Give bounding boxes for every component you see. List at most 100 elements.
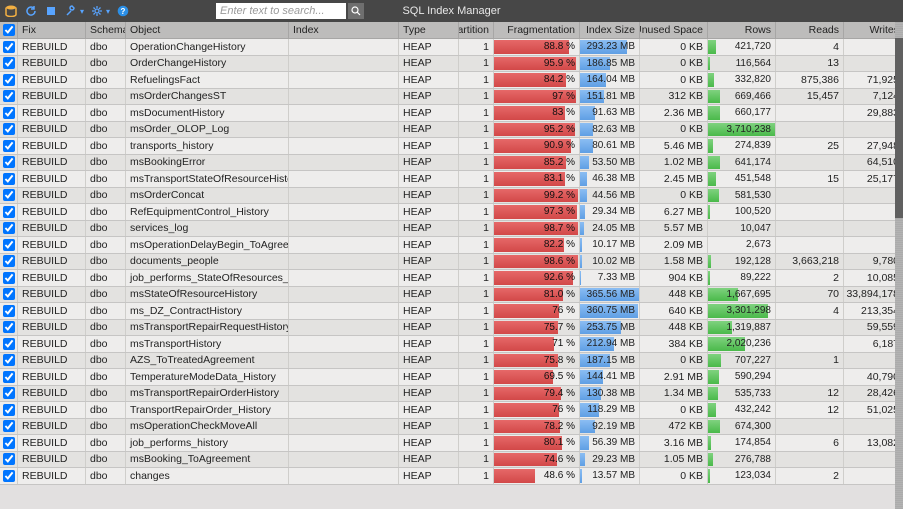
table-row[interactable]: REBUILDdbomsBooking_ToAgreementHEAP174.6… <box>0 452 903 469</box>
gear-icon[interactable] <box>90 4 104 18</box>
fix-link[interactable]: REBUILD <box>18 221 86 237</box>
object-link[interactable]: transports_history <box>126 138 289 154</box>
row-checkbox[interactable] <box>3 437 15 449</box>
table-row[interactable]: REBUILDdbojob_performs_historyHEAP180.1 … <box>0 435 903 452</box>
object-link[interactable]: msBookingError <box>126 155 289 171</box>
table-row[interactable]: REBUILDdbomsTransportHistoryHEAP171 %212… <box>0 336 903 353</box>
row-checkbox-cell[interactable] <box>0 336 18 352</box>
table-row[interactable]: REBUILDdbomsOrderConcatHEAP199.2 %44.56 … <box>0 188 903 205</box>
table-row[interactable]: REBUILDdboOrderChangeHistoryHEAP195.9 %1… <box>0 56 903 73</box>
col-partition[interactable]: Partition <box>459 22 494 38</box>
fix-link[interactable]: REBUILD <box>18 56 86 72</box>
fix-link[interactable]: REBUILD <box>18 138 86 154</box>
col-index-size[interactable]: Index Size <box>580 22 640 38</box>
object-link[interactable]: msOrderConcat <box>126 188 289 204</box>
object-link[interactable]: msTransportRepairRequestHistory <box>126 320 289 336</box>
object-link[interactable]: AZS_ToTreatedAgreement <box>126 353 289 369</box>
vertical-scrollbar[interactable] <box>895 22 903 509</box>
object-link[interactable]: TemperatureModeData_History <box>126 369 289 385</box>
table-row[interactable]: REBUILDdboAZS_ToTreatedAgreementHEAP175.… <box>0 353 903 370</box>
object-link[interactable]: msStateOfResourceHistory <box>126 287 289 303</box>
table-row[interactable]: REBUILDdbomsDocumentHistoryHEAP183 %91.6… <box>0 105 903 122</box>
row-checkbox[interactable] <box>3 420 15 432</box>
object-link[interactable]: msTransportStateOfResourceHistory <box>126 171 289 187</box>
row-checkbox[interactable] <box>3 140 15 152</box>
row-checkbox-cell[interactable] <box>0 56 18 72</box>
row-checkbox[interactable] <box>3 57 15 69</box>
row-checkbox-cell[interactable] <box>0 89 18 105</box>
col-index[interactable]: Index <box>289 22 399 38</box>
row-checkbox-cell[interactable] <box>0 402 18 418</box>
fix-link[interactable]: REBUILD <box>18 336 86 352</box>
col-object[interactable]: Object <box>126 22 289 38</box>
table-row[interactable]: REBUILDdbomsOrderChangesSTHEAP197 %151.8… <box>0 89 903 106</box>
fix-link[interactable]: REBUILD <box>18 468 86 484</box>
row-checkbox[interactable] <box>3 123 15 135</box>
fix-link[interactable]: REBUILD <box>18 188 86 204</box>
row-checkbox-cell[interactable] <box>0 39 18 55</box>
table-row[interactable]: REBUILDdbomsBookingErrorHEAP185.2 %53.50… <box>0 155 903 172</box>
row-checkbox-cell[interactable] <box>0 303 18 319</box>
table-row[interactable]: REBUILDdboRefEquipmentControl_HistoryHEA… <box>0 204 903 221</box>
fix-link[interactable]: REBUILD <box>18 287 86 303</box>
table-row[interactable]: REBUILDdboTemperatureModeData_HistoryHEA… <box>0 369 903 386</box>
row-checkbox[interactable] <box>3 156 15 168</box>
table-row[interactable]: REBUILDdbomsOrder_OLOP_LogHEAP195.2 %82.… <box>0 122 903 139</box>
fix-link[interactable]: REBUILD <box>18 122 86 138</box>
row-checkbox[interactable] <box>3 90 15 102</box>
table-row[interactable]: REBUILDdbojob_performs_StateOfResources_… <box>0 270 903 287</box>
row-checkbox-cell[interactable] <box>0 369 18 385</box>
fix-link[interactable]: REBUILD <box>18 89 86 105</box>
row-checkbox[interactable] <box>3 239 15 251</box>
col-type[interactable]: Type <box>399 22 459 38</box>
select-all-header[interactable] <box>0 22 18 38</box>
row-checkbox[interactable] <box>3 173 15 185</box>
fix-link[interactable]: REBUILD <box>18 155 86 171</box>
row-checkbox-cell[interactable] <box>0 122 18 138</box>
table-row[interactable]: REBUILDdboOperationChangeHistoryHEAP188.… <box>0 39 903 56</box>
row-checkbox[interactable] <box>3 189 15 201</box>
row-checkbox-cell[interactable] <box>0 155 18 171</box>
fix-link[interactable]: REBUILD <box>18 39 86 55</box>
fix-link[interactable]: REBUILD <box>18 386 86 402</box>
object-link[interactable]: msBooking_ToAgreement <box>126 452 289 468</box>
fix-link[interactable]: REBUILD <box>18 419 86 435</box>
object-link[interactable]: RefuelingsFact <box>126 72 289 88</box>
object-link[interactable]: msOrderChangesST <box>126 89 289 105</box>
fix-link[interactable]: REBUILD <box>18 369 86 385</box>
fix-link[interactable]: REBUILD <box>18 452 86 468</box>
table-row[interactable]: REBUILDdboms_DZ_ContractHistoryHEAP176 %… <box>0 303 903 320</box>
fix-link[interactable]: REBUILD <box>18 204 86 220</box>
row-checkbox[interactable] <box>3 107 15 119</box>
row-checkbox[interactable] <box>3 288 15 300</box>
row-checkbox-cell[interactable] <box>0 353 18 369</box>
object-link[interactable]: ms_DZ_ContractHistory <box>126 303 289 319</box>
object-link[interactable]: OrderChangeHistory <box>126 56 289 72</box>
row-checkbox[interactable] <box>3 222 15 234</box>
object-link[interactable]: job_performs_StateOfResources_history <box>126 270 289 286</box>
table-row[interactable]: REBUILDdbomsOperationCheckMoveAllHEAP178… <box>0 419 903 436</box>
object-link[interactable]: services_log <box>126 221 289 237</box>
row-checkbox[interactable] <box>3 74 15 86</box>
row-checkbox-cell[interactable] <box>0 468 18 484</box>
col-rows[interactable]: Rows <box>708 22 776 38</box>
table-row[interactable]: REBUILDdbomsStateOfResourceHistoryHEAP18… <box>0 287 903 304</box>
table-row[interactable]: REBUILDdbomsTransportStateOfResourceHist… <box>0 171 903 188</box>
row-checkbox-cell[interactable] <box>0 171 18 187</box>
col-reads[interactable]: Reads <box>776 22 844 38</box>
object-link[interactable]: msOperationDelayBegin_ToAgreement <box>126 237 289 253</box>
fix-link[interactable]: REBUILD <box>18 320 86 336</box>
row-checkbox-cell[interactable] <box>0 386 18 402</box>
fix-link[interactable]: REBUILD <box>18 72 86 88</box>
row-checkbox[interactable] <box>3 404 15 416</box>
object-link[interactable]: msOperationCheckMoveAll <box>126 419 289 435</box>
col-fragmentation[interactable]: Fragmentation <box>494 22 580 38</box>
object-link[interactable]: changes <box>126 468 289 484</box>
object-link[interactable]: msTransportHistory <box>126 336 289 352</box>
row-checkbox[interactable] <box>3 41 15 53</box>
fix-link[interactable]: REBUILD <box>18 254 86 270</box>
table-row[interactable]: REBUILDdbochangesHEAP148.6 %13.57 MB0 KB… <box>0 468 903 485</box>
row-checkbox-cell[interactable] <box>0 221 18 237</box>
select-all-checkbox[interactable] <box>3 24 15 36</box>
table-row[interactable]: REBUILDdbodocuments_peopleHEAP198.6 %10.… <box>0 254 903 271</box>
